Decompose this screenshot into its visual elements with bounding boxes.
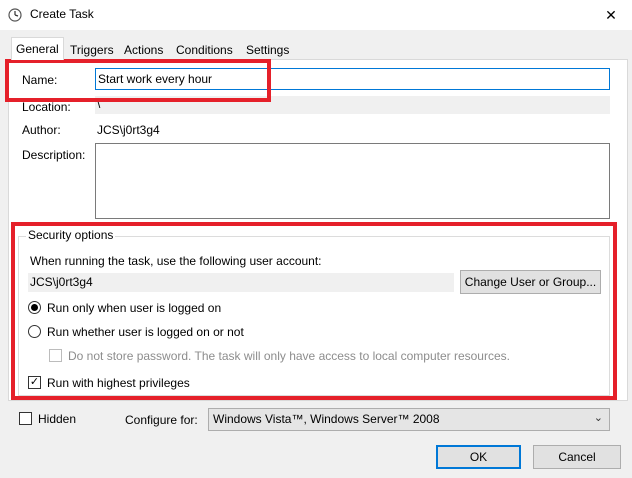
location-value: \: [95, 96, 610, 114]
run-logged-on-radio[interactable]: [28, 301, 41, 314]
configure-for-value: Windows Vista™, Windows Server™ 2008: [213, 412, 440, 426]
checkmark-icon: ✓: [29, 376, 40, 388]
run-whether-label: Run whether user is logged on or not: [47, 325, 244, 339]
close-icon: ✕: [605, 6, 617, 23]
hidden-label: Hidden: [38, 412, 77, 426]
title-bar: Create Task ✕: [0, 0, 632, 30]
tab-triggers[interactable]: Triggers: [65, 40, 119, 59]
chevron-down-icon: ⌄: [593, 412, 603, 424]
hidden-checkbox[interactable]: [19, 412, 32, 425]
author-value: JCS\j0rt3g4: [97, 123, 160, 137]
name-input[interactable]: Start work every hour: [95, 68, 610, 90]
no-store-password-label: Do not store password. The task will onl…: [68, 349, 510, 363]
tab-actions[interactable]: Actions: [119, 40, 169, 59]
author-label: Author:: [22, 123, 61, 137]
highest-privileges-label: Run with highest privileges: [47, 376, 190, 390]
cancel-button[interactable]: Cancel: [533, 445, 621, 469]
close-button[interactable]: ✕: [598, 4, 624, 26]
configure-for-label: Configure for:: [125, 413, 198, 427]
tab-general[interactable]: General: [11, 37, 64, 60]
description-label: Description:: [22, 148, 86, 162]
no-store-password-checkbox[interactable]: [49, 349, 62, 362]
ok-button[interactable]: OK: [436, 445, 521, 469]
change-user-button[interactable]: Change User or Group...: [460, 270, 601, 294]
highest-privileges-checkbox[interactable]: ✓: [28, 376, 41, 389]
name-label: Name:: [22, 73, 58, 87]
account-prompt: When running the task, use the following…: [30, 254, 322, 268]
description-input[interactable]: [95, 143, 610, 219]
clock-icon: [8, 8, 22, 22]
tab-settings[interactable]: Settings: [241, 40, 295, 59]
run-logged-on-label: Run only when user is logged on: [47, 301, 222, 315]
location-label: Location:: [22, 100, 71, 114]
user-account-value: JCS\j0rt3g4: [28, 273, 454, 292]
security-options-title: Security options: [26, 228, 116, 242]
window-title: Create Task: [30, 7, 94, 21]
run-whether-radio[interactable]: [28, 325, 41, 338]
configure-for-select[interactable]: Windows Vista™, Windows Server™ 2008 ⌄: [208, 408, 610, 431]
tab-conditions[interactable]: Conditions: [171, 40, 238, 59]
